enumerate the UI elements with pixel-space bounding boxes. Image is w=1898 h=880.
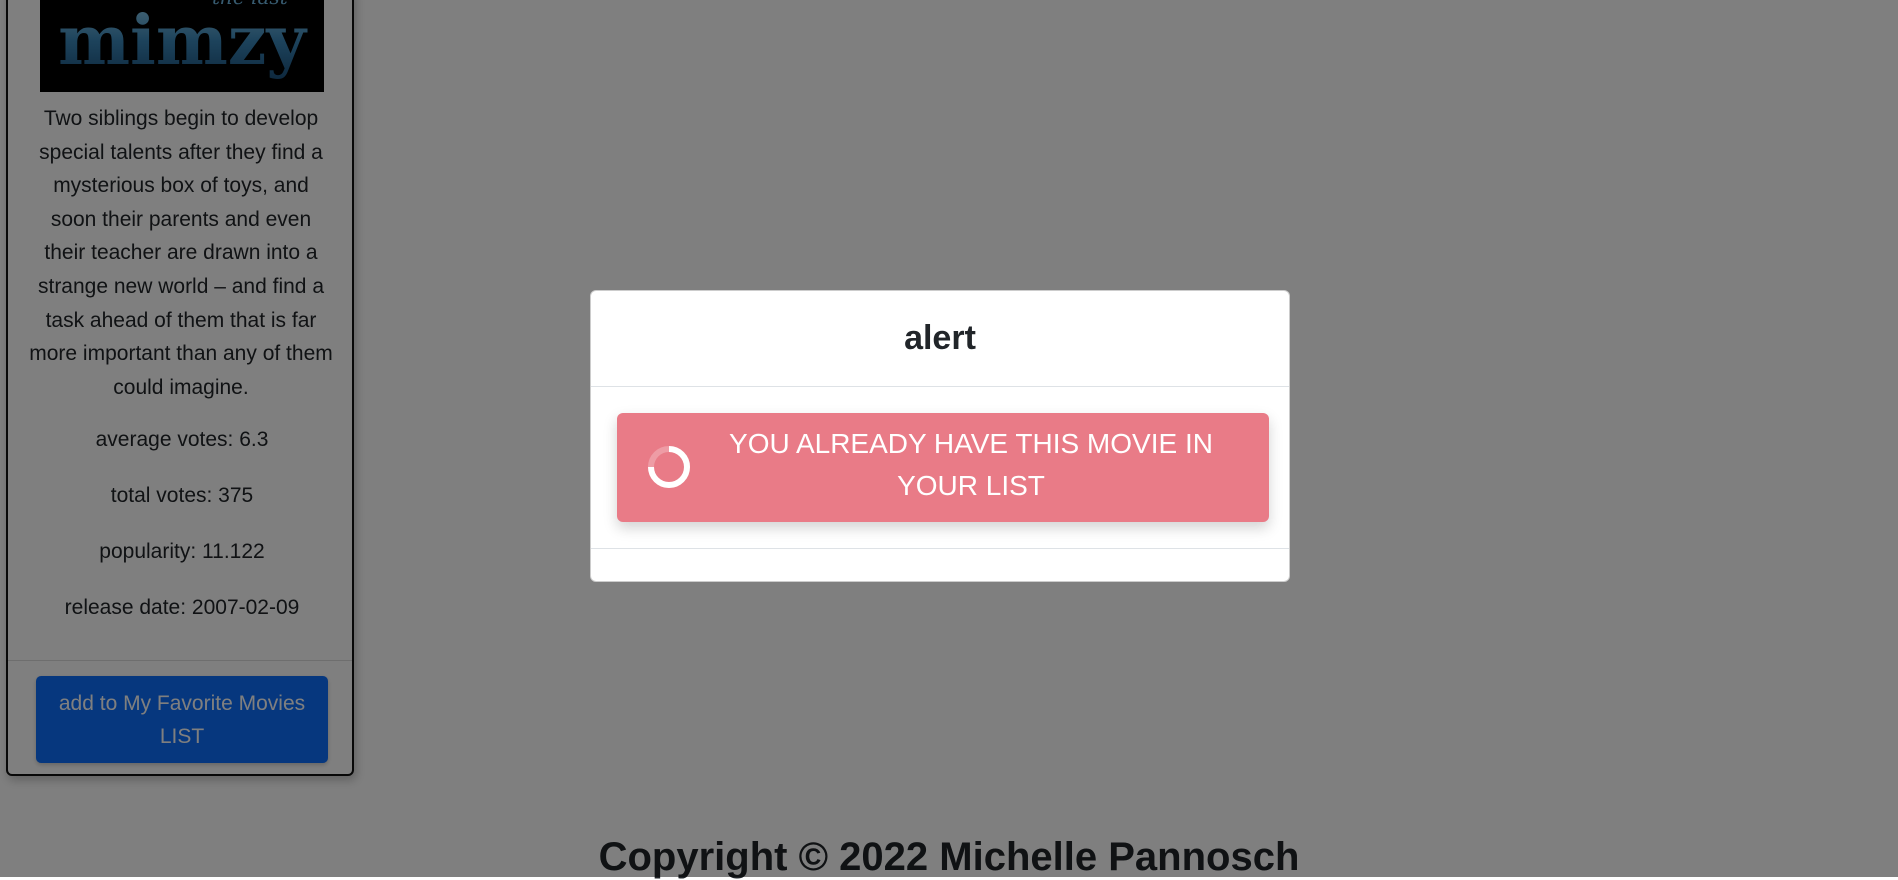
modal-header: alert bbox=[591, 291, 1289, 387]
loading-spinner-icon bbox=[648, 446, 690, 488]
alert-message: YOU ALREADY HAVE THIS MOVIE IN YOUR LIST bbox=[729, 428, 1213, 501]
alert-modal: alert YOU ALREADY HAVE THIS MOVIE IN YOU… bbox=[590, 290, 1290, 582]
modal-title: alert bbox=[904, 319, 976, 357]
modal-footer bbox=[591, 548, 1289, 582]
alert-message-box: YOU ALREADY HAVE THIS MOVIE IN YOUR LIST bbox=[617, 413, 1269, 522]
